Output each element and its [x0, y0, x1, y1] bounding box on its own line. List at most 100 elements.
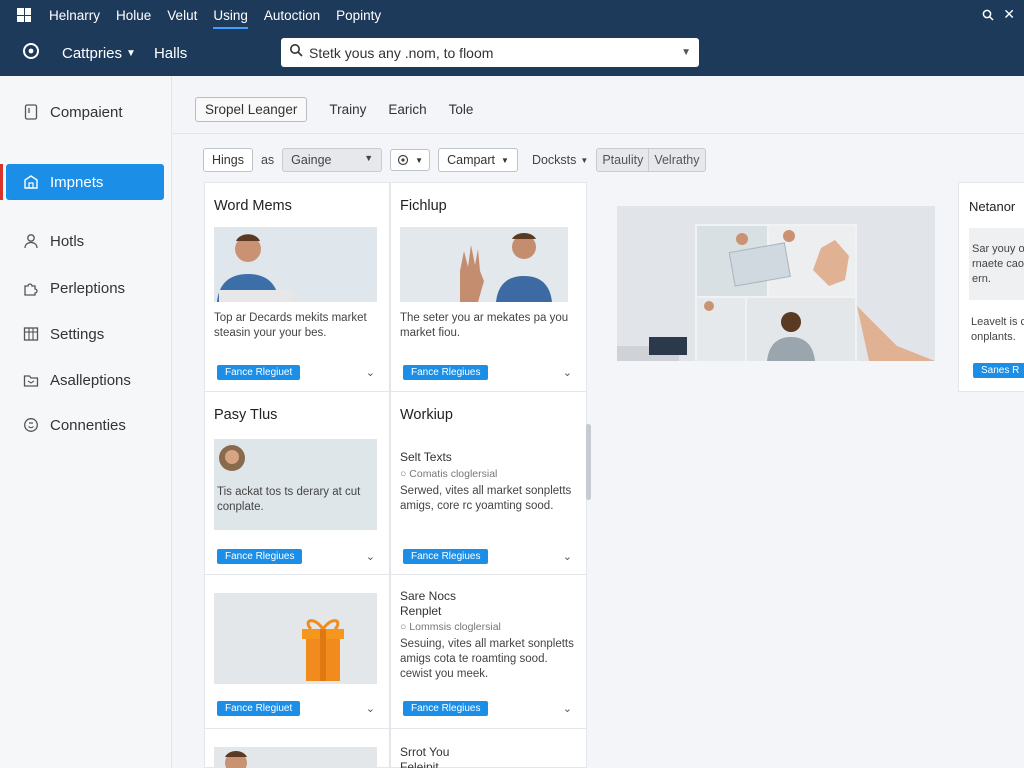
segment-velrathy[interactable]: Velrathy: [648, 149, 704, 171]
card-gift[interactable]: Fance Rlegiuet ⌄: [204, 574, 390, 729]
search-input[interactable]: [309, 44, 682, 61]
card-thumbnail: [214, 593, 377, 684]
sidebar-item-compaient[interactable]: Compaient: [0, 94, 172, 130]
card-description: Sar youy ornaete caoern.: [972, 243, 1024, 285]
tab-sropel-leanger[interactable]: Sropel Leanger: [195, 96, 308, 122]
halls-link[interactable]: Halls: [154, 45, 187, 62]
chevron-down-icon: ▼: [501, 155, 509, 165]
docksts-dropdown[interactable]: Docksts ▼: [532, 153, 588, 167]
tab-earich[interactable]: Earich: [388, 102, 426, 117]
tab-tole[interactable]: Tole: [449, 102, 474, 117]
filter-bar: Hings as Gainge ▼ ▼ Campart ▼ Docksts ▼ …: [203, 148, 706, 172]
sidebar-item-asalleptions[interactable]: Asalleptions: [0, 362, 172, 398]
gainge-select[interactable]: Gainge ▼: [282, 148, 383, 172]
menu-item-holue[interactable]: Holue: [116, 8, 151, 23]
chevron-down-icon: ▼: [364, 153, 374, 163]
segmented-control: Ptaulity Velrathy: [596, 148, 706, 172]
sidebar-item-hotls[interactable]: Hotls: [0, 223, 172, 259]
chevron-down-icon: ▼: [415, 155, 424, 165]
chevron-down-icon: ▼: [126, 47, 136, 59]
avatar: [219, 445, 245, 471]
status-badge[interactable]: Fance Rlegiues: [403, 549, 489, 564]
puzzle-icon: [22, 279, 40, 297]
sidebar-item-connenties[interactable]: Connenties: [0, 407, 172, 443]
home-icon[interactable]: [22, 42, 40, 65]
sidebar-item-label: Asalleptions: [50, 371, 131, 389]
chevron-down-icon[interactable]: ⌄: [563, 366, 572, 379]
menu-item-using[interactable]: Using: [213, 8, 248, 29]
card-title: Word Mems: [214, 198, 292, 214]
chevron-down-icon: ▼: [580, 155, 589, 165]
circle-icon: [22, 416, 40, 434]
card-pasy-tlus[interactable]: Pasy Tlus Tis ackat tos ts derary at cut…: [204, 391, 390, 575]
menu-item-autoction[interactable]: Autoction: [264, 8, 320, 23]
status-badge[interactable]: Fance Rlegiues: [217, 549, 303, 564]
card-sare-nocs[interactable]: Sare Nocs Renplet ○ Lommsis cloglersial …: [390, 574, 587, 729]
sidebar-item-perleptions[interactable]: Perleptions: [0, 270, 172, 306]
gift-icon: [214, 593, 377, 684]
card-thumbnail: [400, 227, 568, 302]
status-badge[interactable]: Fance Rlegiues: [403, 365, 489, 380]
status-badge[interactable]: Fance Rlegiuet: [217, 365, 301, 380]
status-badge[interactable]: Sanes R: [973, 363, 1024, 378]
card-title: Netanor: [969, 199, 1016, 214]
close-icon[interactable]: ✕: [1003, 6, 1015, 23]
tab-trainy[interactable]: Trainy: [329, 102, 366, 117]
card-description: Sesuing, vites all market sonpletts amig…: [400, 638, 574, 680]
preview-image: [617, 206, 935, 361]
card-srrot-you[interactable]: Srrot You Feleipit: [390, 728, 587, 768]
hings-button[interactable]: Hings: [203, 148, 253, 172]
card-word-mems[interactable]: Word Mems Top ar Decards mekits market s…: [204, 182, 390, 392]
sidebar-item-impnets[interactable]: Impnets: [6, 164, 164, 200]
status-badge[interactable]: Fance Rlegiuet: [217, 701, 301, 716]
search-box[interactable]: ▼: [281, 38, 699, 67]
document-icon: [22, 103, 40, 121]
card-subtitle-2: Feleipit: [400, 760, 439, 768]
card-partial[interactable]: [204, 728, 390, 768]
card-title: Pasy Tlus: [214, 407, 278, 423]
side-card[interactable]: Netanor Sar youy ornaete caoern. Leavelt…: [958, 182, 1024, 392]
sidebar-item-settings[interactable]: Settings: [0, 316, 172, 352]
card-subtitle: Selt Texts: [400, 450, 452, 464]
sidebar-item-label: Settings: [50, 325, 105, 343]
card-thumbnail: [214, 747, 377, 768]
card-title: Workiup: [400, 407, 453, 423]
card-meta: ○ Comatis cloglersial: [400, 468, 498, 480]
scrollbar[interactable]: [586, 424, 591, 500]
sidebar-item-label: Impnets: [50, 173, 104, 191]
status-badge[interactable]: Fance Rlegiues: [403, 701, 489, 716]
card-title: Fichlup: [400, 198, 447, 214]
card-thumbnail: Sar youy ornaete caoern.: [969, 228, 1024, 300]
toolbar: Cattpries ▼ Halls ▼: [0, 30, 1024, 76]
view-toggle-button[interactable]: ▼: [390, 149, 431, 171]
card-description: Serwed, vites all market sonpletts amigs…: [400, 485, 572, 512]
tab-bar: Sropel Leanger Trainy Earich Tole: [195, 96, 495, 122]
card-thumbnail: [214, 227, 377, 302]
card-subtitle: Srrot You: [400, 745, 450, 759]
chevron-down-icon[interactable]: ⌄: [366, 366, 375, 379]
menu-item-helnarry[interactable]: Helnarry: [49, 8, 100, 23]
chevron-down-icon[interactable]: ⌄: [563, 550, 572, 563]
chevron-down-icon[interactable]: ▼: [681, 47, 691, 58]
card-thumbnail: Tis ackat tos ts derary at cut conplate.: [214, 439, 377, 530]
card-meta: ○ Lommsis cloglersial: [400, 621, 501, 633]
card-fichlup[interactable]: Fichlup The seter you ar mekates pa you …: [390, 182, 587, 392]
campart-dropdown[interactable]: Campart ▼: [438, 148, 518, 172]
card-meta-text: Lommsis cloglersial: [409, 621, 501, 633]
app-grid-icon[interactable]: [17, 8, 31, 22]
search-icon[interactable]: [982, 8, 994, 26]
card-workiup[interactable]: Workiup Selt Texts ○ Comatis cloglersial…: [390, 391, 587, 575]
card-subtitle: Sare Nocs: [400, 589, 457, 603]
categories-dropdown[interactable]: Cattpries ▼: [62, 45, 136, 62]
menu-item-velut[interactable]: Velut: [167, 8, 197, 23]
segment-ptaulity[interactable]: Ptaulity: [597, 149, 648, 171]
chevron-down-icon[interactable]: ⌄: [366, 550, 375, 563]
docksts-label: Docksts: [531, 153, 577, 167]
chevron-down-icon[interactable]: ⌄: [563, 702, 572, 715]
menu-item-popinty[interactable]: Popinty: [336, 8, 381, 23]
target-icon: [398, 154, 409, 166]
user-icon: [22, 232, 40, 250]
as-label: as: [260, 153, 275, 167]
card-meta-text: Comatis cloglersial: [409, 468, 498, 480]
chevron-down-icon[interactable]: ⌄: [366, 702, 375, 715]
